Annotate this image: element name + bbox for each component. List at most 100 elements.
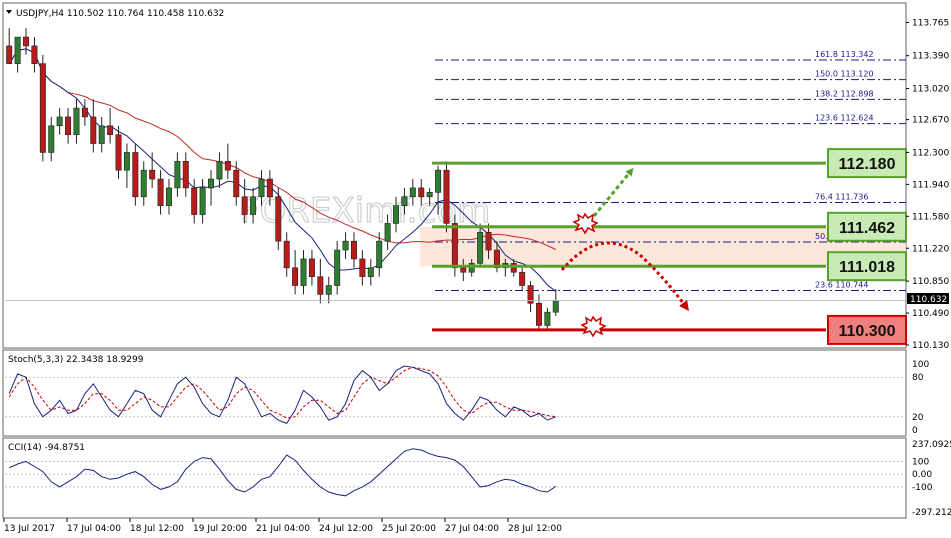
candle-body [250,196,257,215]
candle-body [208,178,215,189]
candle-body [367,267,374,277]
candle-body [81,107,88,118]
candle-body [191,187,198,215]
candle-body [275,196,282,242]
level-label: 111.462 [839,220,895,237]
candle-body [325,285,332,295]
main-pane [2,2,907,349]
x-tick-label: 17 Jul 04:00 [67,524,121,534]
main-header: USDJPY,H4 110.502 110.764 110.458 110.63… [16,9,224,19]
candle-body [317,276,324,295]
candle-body [6,45,13,64]
x-tick-label: 18 Jul 12:00 [130,524,184,534]
candle-body [283,240,290,269]
candle-body [149,169,156,180]
stoch-tick-label: 80 [912,373,924,383]
y-tick-label: 110.850 [912,277,949,287]
trading-chart: FOREXimf.com 161.8 113.342150.0 113.1201… [2,2,951,534]
candle-body [216,161,223,180]
cci-tick-label: -297.2122 [912,508,951,518]
candle-body [157,178,164,206]
candle-body [519,271,526,286]
candle-body [485,231,492,251]
candle-body [460,267,467,273]
candle-body [544,311,551,326]
x-tick-label: 13 Jul 2017 [4,524,55,534]
y-tick-label: 113.020 [912,85,949,95]
y-tick-label: 110.130 [912,341,949,351]
y-tick-label: 110.490 [912,309,949,319]
candle-body [342,240,349,251]
cci-header: CCI(14) -94.8751 [8,443,85,453]
candle-body [23,36,30,47]
y-tick-label: 112.300 [912,148,949,158]
fib-label: 161.8 113.342 [815,50,874,59]
candle-body [107,125,114,135]
candle-body [510,263,517,273]
candle-body [266,178,273,198]
candle-body [39,63,46,153]
candle-body [73,107,80,135]
cci-pane [2,437,907,519]
candle-body [300,258,307,286]
candle-body [384,223,391,242]
candle-body [401,196,408,206]
stoch-tick-label: 0 [912,426,918,436]
x-tick-label: 24 Jul 12:00 [319,524,373,534]
x-tick-label: 28 Jul 12:00 [508,524,562,534]
fib-label: 23.6 110.744 [815,281,868,290]
candle-body [56,116,63,127]
candle-body [350,240,357,260]
candle-body [224,161,231,171]
candle-body [552,300,559,313]
level-label: 110.300 [839,323,896,340]
x-tick-label: 25 Jul 20:00 [382,524,436,534]
candle-body [132,152,139,198]
x-tick-label: 19 Jul 20:00 [193,524,247,534]
candle-body [359,258,366,277]
candle-body [435,169,442,193]
candle-body [90,116,97,144]
cci-tick-label: -100 [912,483,933,493]
candle-body [426,192,433,198]
candle-body [48,125,55,153]
candle-body [65,116,72,135]
candle-body [233,169,240,198]
candle-body [98,125,105,144]
candle-body [443,169,450,224]
candle-body [182,161,189,189]
x-tick-label: 27 Jul 04:00 [445,524,499,534]
fib-label: 76.4 111.736 [815,192,868,201]
candle-body [241,196,248,215]
candle-body [140,169,147,198]
candle-body [334,249,341,286]
level-label: 112.180 [839,156,896,173]
candle-body [123,152,130,171]
cci-tick-label: 100 [912,457,929,467]
fib-label: 123.6 112.624 [815,114,874,123]
stoch-tick-label: 20 [912,413,924,423]
candle-body [451,223,458,269]
candle-body [258,178,265,198]
level-label: 111.018 [839,259,895,276]
y-tick-label: 113.390 [912,52,949,62]
candle-body [468,263,475,273]
y-tick-label: 111.940 [912,180,949,190]
x-tick-label: 21 Jul 04:00 [256,524,310,534]
y-tick-label: 113.765 [912,18,949,28]
y-tick-label: 111.580 [912,212,949,222]
candle-body [174,161,181,189]
candle-body [376,240,383,269]
candle-body [477,231,484,264]
y-tick-label: 112.670 [912,116,949,126]
candle-body [393,205,400,224]
candle-body [31,45,38,64]
fib-label: 138.2 112.898 [815,89,874,98]
y-tick-label: 111.220 [912,244,949,254]
price-tag-label: 110.632 [910,295,947,305]
candle-body [115,134,122,171]
cci-tick-label: 237.0925 [912,440,951,450]
candle-body [308,258,315,277]
candle-body [14,36,21,64]
candle-body [535,302,542,326]
